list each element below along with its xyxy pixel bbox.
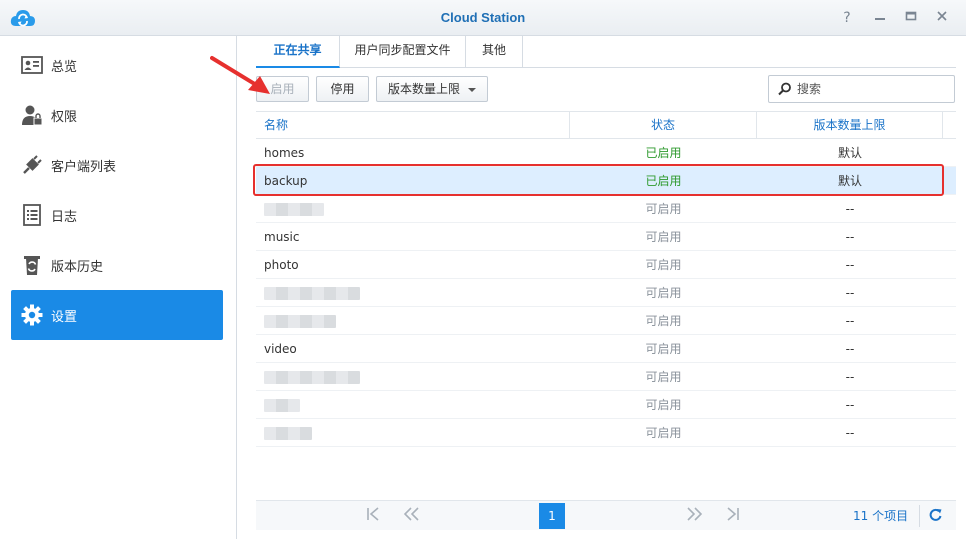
sidebar-item-label: 客户端列表 xyxy=(51,159,117,175)
version-history-icon xyxy=(21,254,43,276)
help-icon[interactable]: ? xyxy=(838,9,856,27)
redacted-name xyxy=(264,315,336,328)
column-header-name[interactable]: 名称 xyxy=(256,112,570,139)
first-page-icon[interactable] xyxy=(366,507,380,525)
column-header-version-limit[interactable]: 版本数量上限 xyxy=(757,112,943,139)
row-folder-name xyxy=(264,391,564,419)
row-status: 已启用 xyxy=(645,146,682,160)
search-input[interactable] xyxy=(797,80,947,98)
table-row[interactable]: 可启用 -- xyxy=(256,279,956,307)
current-page-button[interactable]: 1 xyxy=(539,503,565,529)
redacted-name xyxy=(264,371,360,384)
row-status: 可启用 xyxy=(645,370,682,384)
selection-highlight-annotation xyxy=(253,164,944,196)
disable-button[interactable]: 停用 xyxy=(316,76,369,102)
sidebar-item-overview[interactable]: 总览 xyxy=(11,40,223,90)
sidebar-item-label: 日志 xyxy=(51,209,78,225)
row-version-limit: -- xyxy=(845,370,855,384)
sidebar-item-label: 权限 xyxy=(51,109,78,125)
row-folder-name: video xyxy=(264,342,297,356)
table-row[interactable]: video 可启用 -- xyxy=(256,335,956,363)
sidebar-item-log[interactable]: 日志 xyxy=(11,190,223,240)
table-row[interactable]: photo 可启用 -- xyxy=(256,251,956,279)
previous-page-icon[interactable] xyxy=(402,507,420,525)
pagination-bar: 1 11 个项目 xyxy=(256,500,956,530)
row-version-limit: -- xyxy=(845,258,855,272)
pager-divider xyxy=(919,505,920,527)
row-version-limit: -- xyxy=(845,286,855,300)
row-folder-name xyxy=(264,195,564,223)
row-status: 可启用 xyxy=(645,398,682,412)
sidebar-item-client-list[interactable]: 客户端列表 xyxy=(11,140,223,190)
row-folder-name xyxy=(264,363,564,391)
table-row[interactable]: 可启用 -- xyxy=(256,391,956,419)
window-title: Cloud Station xyxy=(440,10,526,25)
table-row[interactable]: homes 已启用 默认 xyxy=(256,139,956,167)
next-page-icon[interactable] xyxy=(686,507,704,525)
row-folder-name xyxy=(264,419,564,447)
search-box[interactable] xyxy=(768,75,955,103)
row-status: 可启用 xyxy=(645,342,682,356)
row-status: 可启用 xyxy=(645,426,682,440)
tab-user-sync-profiles[interactable]: 用户同步配置文件 xyxy=(340,36,466,67)
close-icon[interactable] xyxy=(933,9,951,27)
sidebar-item-label: 版本历史 xyxy=(51,259,104,275)
tab-other[interactable]: 其他 xyxy=(466,36,523,67)
table-row[interactable]: 可启用 -- xyxy=(256,195,956,223)
sidebar-item-label: 设置 xyxy=(51,309,78,325)
search-icon xyxy=(778,82,791,96)
row-folder-name: homes xyxy=(264,146,305,160)
row-status: 可启用 xyxy=(645,202,682,216)
row-folder-name xyxy=(264,279,564,307)
maximize-icon[interactable] xyxy=(902,9,920,27)
sidebar-item-settings[interactable]: 设置 xyxy=(11,290,223,340)
overview-icon xyxy=(21,54,43,76)
row-status: 可启用 xyxy=(645,314,682,328)
caret-down-icon xyxy=(468,87,476,92)
refresh-icon[interactable] xyxy=(929,508,943,522)
last-page-icon[interactable] xyxy=(726,507,740,525)
sidebar: 总览 权限 客户端列表 日志 版本历史 设置 xyxy=(0,36,237,539)
redacted-name xyxy=(264,399,300,412)
redacted-name xyxy=(264,203,324,216)
table-header: 名称 状态 版本数量上限 xyxy=(256,111,956,139)
row-folder-name: music xyxy=(264,230,300,244)
row-folder-name xyxy=(264,307,564,335)
row-version-limit: -- xyxy=(845,426,855,440)
sidebar-item-permissions[interactable]: 权限 xyxy=(11,90,223,140)
redacted-name xyxy=(264,287,360,300)
row-status: 可启用 xyxy=(645,258,682,272)
sidebar-item-version-history[interactable]: 版本历史 xyxy=(11,240,223,290)
row-folder-name: photo xyxy=(264,258,299,272)
plug-icon xyxy=(21,154,43,176)
row-version-limit: -- xyxy=(845,202,855,216)
row-version-limit: -- xyxy=(845,398,855,412)
sidebar-item-label: 总览 xyxy=(51,59,78,75)
user-permission-icon xyxy=(21,104,43,126)
title-bar: Cloud Station ? xyxy=(0,0,966,36)
redacted-name xyxy=(264,427,312,440)
row-status: 可启用 xyxy=(645,286,682,300)
version-limit-dropdown[interactable]: 版本数量上限 xyxy=(376,76,488,102)
row-version-limit: -- xyxy=(845,342,855,356)
version-limit-label: 版本数量上限 xyxy=(387,82,460,96)
row-version-limit: -- xyxy=(845,314,855,328)
column-header-status[interactable]: 状态 xyxy=(570,112,757,139)
log-icon xyxy=(21,204,43,226)
row-version-limit: -- xyxy=(845,230,855,244)
red-arrow-annotation xyxy=(210,56,270,94)
item-count: 11 个项目 xyxy=(853,509,909,523)
table-row[interactable]: 可启用 -- xyxy=(256,419,956,447)
row-version-limit: 默认 xyxy=(837,146,862,160)
tab-bar: 正在共享 用户同步配置文件 其他 xyxy=(256,36,956,68)
minimize-icon[interactable] xyxy=(871,9,889,27)
row-status: 可启用 xyxy=(645,230,682,244)
table-row[interactable]: 可启用 -- xyxy=(256,363,956,391)
table-row[interactable]: music 可启用 -- xyxy=(256,223,956,251)
table-row[interactable]: 可启用 -- xyxy=(256,307,956,335)
gear-icon xyxy=(21,304,43,326)
